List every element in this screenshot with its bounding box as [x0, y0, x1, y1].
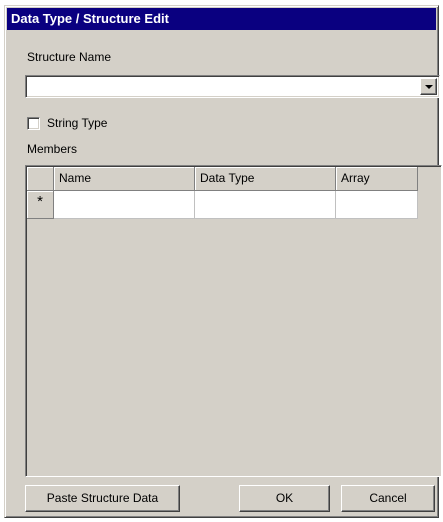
- chevron-down-icon: [425, 85, 433, 89]
- column-header-data-type[interactable]: Data Type: [195, 167, 336, 191]
- structure-name-combobox[interactable]: [25, 75, 440, 98]
- structure-name-label: Structure Name: [27, 50, 112, 64]
- column-header-name[interactable]: Name: [54, 167, 195, 191]
- dialog-title: Data Type / Structure Edit: [7, 8, 436, 30]
- cancel-button[interactable]: Cancel: [341, 485, 435, 512]
- cell-array[interactable]: [336, 191, 418, 219]
- members-label: Members: [27, 142, 78, 156]
- structure-edit-dialog: Data Type / Structure Edit Structure Nam…: [4, 5, 442, 518]
- cell-name[interactable]: [54, 191, 195, 219]
- column-header-array[interactable]: Array: [336, 167, 418, 191]
- structure-name-dropdown-button[interactable]: [420, 78, 437, 95]
- string-type-label[interactable]: String Type: [47, 116, 107, 130]
- asterisk-icon: *: [27, 191, 54, 219]
- paste-structure-data-button[interactable]: Paste Structure Data: [25, 485, 180, 512]
- members-grid[interactable]: Name Data Type Array *: [25, 165, 442, 477]
- grid-corner-header: [27, 167, 54, 191]
- cell-data-type[interactable]: [195, 191, 336, 219]
- string-type-checkbox[interactable]: [27, 117, 40, 130]
- ok-button[interactable]: OK: [239, 485, 330, 512]
